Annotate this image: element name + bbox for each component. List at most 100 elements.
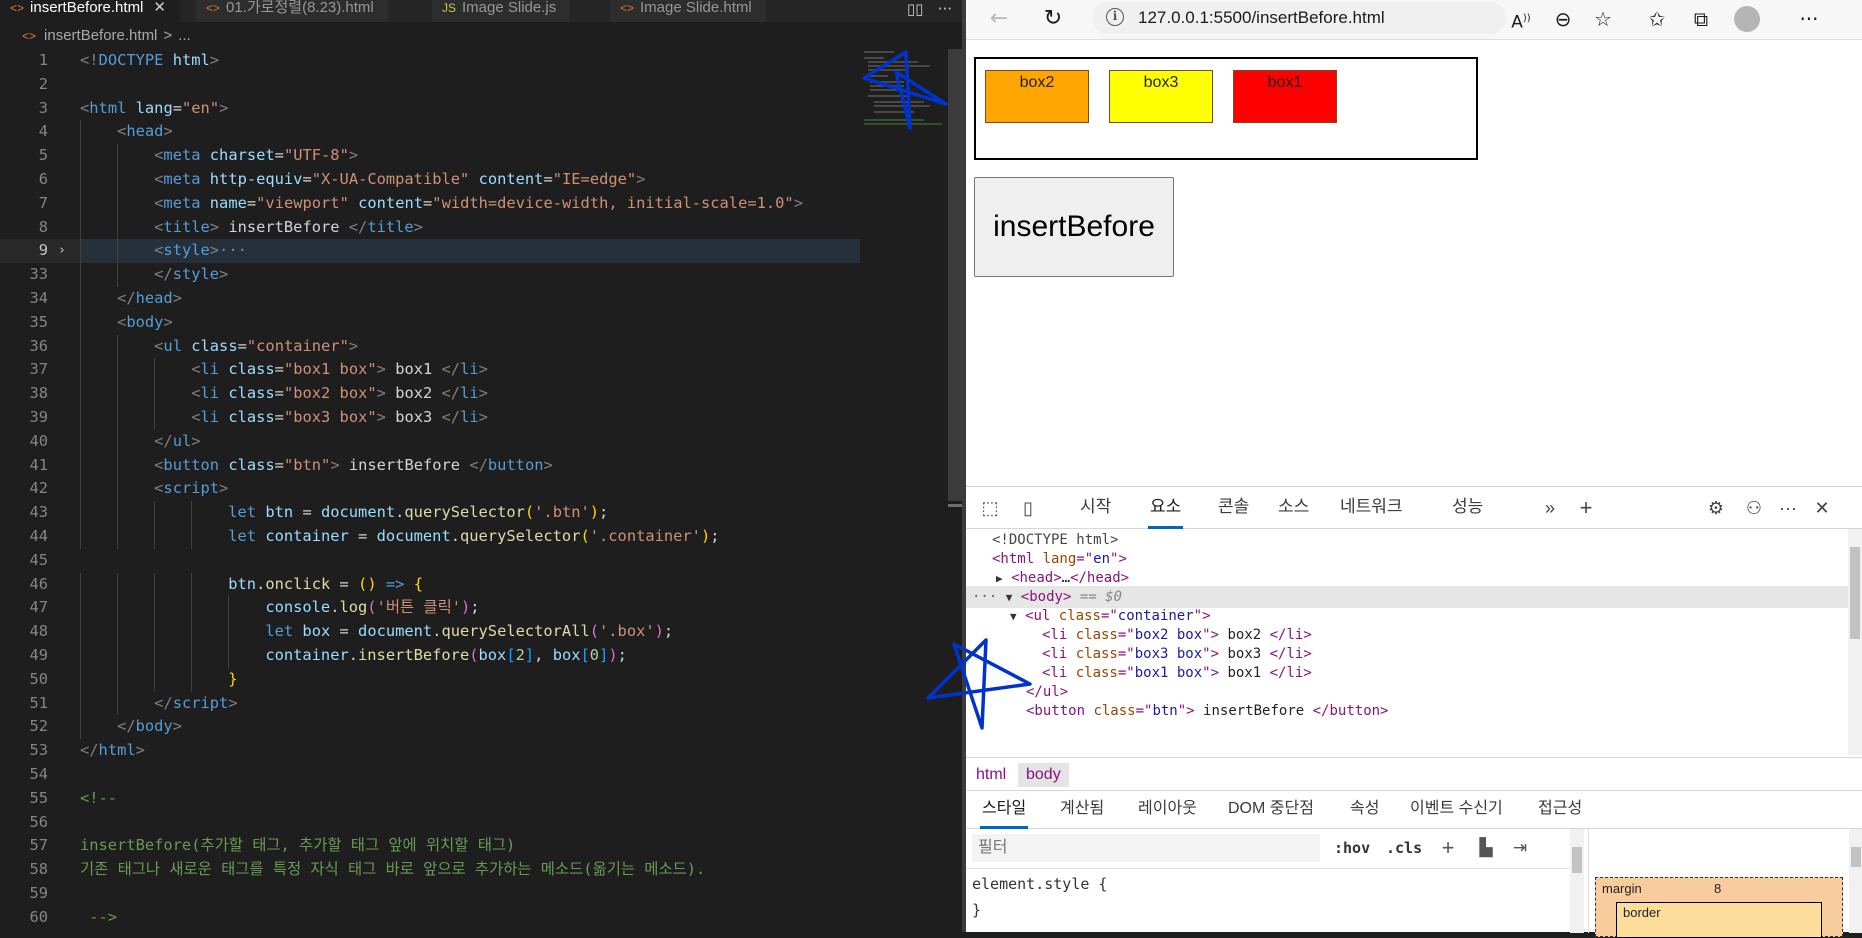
margin-value[interactable]: 8 bbox=[1714, 881, 1721, 896]
avatar[interactable] bbox=[1732, 4, 1762, 34]
add-tab-icon[interactable]: + bbox=[1572, 497, 1600, 519]
close-icon[interactable]: ✕ bbox=[153, 0, 166, 16]
dom-tree-scrollbar[interactable] bbox=[1848, 529, 1862, 755]
dom-tree[interactable]: <!DOCTYPE html> <html lang="en"> ▶ <head… bbox=[966, 529, 1848, 755]
add-rule-icon[interactable]: + bbox=[1436, 837, 1460, 859]
code-line: 55 <!-- bbox=[29, 788, 118, 807]
more-menu-icon[interactable]: ··· bbox=[1794, 4, 1824, 34]
indent-guide bbox=[191, 667, 193, 692]
indent-guide bbox=[117, 524, 119, 549]
device-emulation-icon[interactable]: ▯ bbox=[1014, 497, 1042, 519]
url-text[interactable]: 127.0.0.1:5500/insertBefore.html bbox=[1138, 8, 1385, 28]
toggle-sidebar-icon[interactable]: ⇥ bbox=[1508, 837, 1532, 859]
tab-layout[interactable]: 레이아웃 bbox=[1138, 791, 1197, 829]
insertbefore-button[interactable]: insertBefore bbox=[974, 177, 1174, 277]
expand-triangle-icon[interactable]: ▶ bbox=[996, 572, 1003, 585]
tab-image-slide-js[interactable]: JS Image Slide.js bbox=[432, 0, 572, 22]
code-line: 42 <script> bbox=[0, 477, 860, 502]
indent-guide bbox=[154, 382, 156, 406]
fold-chevron-icon[interactable]: › bbox=[58, 239, 66, 263]
indent-guide bbox=[154, 596, 156, 621]
tab-event-listeners[interactable]: 이벤트 수신기 bbox=[1410, 791, 1503, 829]
collapse-triangle-icon[interactable]: ▼ bbox=[1006, 591, 1013, 604]
back-arrow-icon[interactable]: ← bbox=[984, 4, 1014, 34]
crumb-html[interactable]: html bbox=[968, 763, 1014, 787]
code-line: 44 let container = document.querySelecto… bbox=[0, 524, 860, 549]
editor-tab-bar: <> insertBefore.html ✕ <> 01.가로정렬(8.23).htm… bbox=[0, 0, 962, 22]
read-aloud-icon[interactable]: A)) bbox=[1506, 4, 1536, 34]
crumb-body[interactable]: body bbox=[1018, 763, 1069, 787]
box-model-scrollbar[interactable] bbox=[1849, 829, 1862, 933]
dom-node-button[interactable]: <button class="btn"> insertBefore </butt… bbox=[1026, 700, 1388, 722]
add-favorite-icon[interactable]: ☆ bbox=[1588, 4, 1618, 34]
collections-icon[interactable]: ⧉ bbox=[1686, 4, 1716, 34]
code-line: 41 <button class="btn"> insertBefore </b… bbox=[0, 453, 860, 478]
styles-rules[interactable]: element.style { } bbox=[972, 871, 1107, 923]
box-model-border[interactable]: border bbox=[1616, 902, 1822, 938]
tab-sources[interactable]: 소스 bbox=[1276, 487, 1311, 529]
code-line: 43 let btn = document.querySelector('.bt… bbox=[0, 501, 860, 525]
tab-start[interactable]: 시작 bbox=[1078, 487, 1113, 529]
zoom-out-icon[interactable]: ⊖ bbox=[1548, 4, 1578, 34]
class-toggle[interactable]: .cls bbox=[1386, 839, 1422, 857]
paint-brush-icon[interactable]: ▙ bbox=[1474, 837, 1498, 859]
tab-image-slide-html[interactable]: <> Image Slide.html bbox=[610, 0, 767, 22]
info-icon[interactable]: i bbox=[1106, 8, 1124, 26]
code-line-folded[interactable]: 9 › <style>··· bbox=[0, 239, 860, 264]
tab-accessibility[interactable]: 접근성 bbox=[1538, 791, 1582, 829]
inspect-element-icon[interactable]: ⬚ bbox=[976, 497, 1004, 519]
indent-guide bbox=[117, 263, 119, 287]
indent-guide bbox=[117, 334, 119, 359]
editor-scrollbar[interactable] bbox=[948, 49, 962, 501]
indent-guide bbox=[80, 643, 81, 668]
indent-guide bbox=[154, 572, 156, 597]
tab-network[interactable]: 네트워크 bbox=[1338, 487, 1405, 529]
indent-guide bbox=[117, 667, 119, 692]
tab-horizontal-align[interactable]: <> 01.가로정렬(8.23).html bbox=[196, 0, 389, 22]
refresh-icon[interactable]: ↻ bbox=[1038, 4, 1068, 34]
indent-guide bbox=[80, 596, 81, 621]
hover-state-toggle[interactable]: :hov bbox=[1334, 839, 1370, 857]
indent-guide bbox=[80, 167, 81, 192]
minimap[interactable] bbox=[862, 49, 946, 129]
favorites-icon[interactable]: ✩ bbox=[1642, 4, 1672, 34]
indent-guide bbox=[117, 501, 119, 525]
indent-guide bbox=[191, 524, 193, 549]
tab-styles[interactable]: 스타일 bbox=[980, 791, 1029, 829]
code-line: 49 container.insertBefore(box[2], box[0]… bbox=[0, 643, 860, 668]
indent-guide bbox=[228, 643, 230, 668]
styles-scrollbar[interactable] bbox=[1570, 829, 1584, 933]
tab-performance[interactable]: 성능 bbox=[1450, 487, 1485, 529]
browser-toolbar: ← ↻ i 127.0.0.1:5500/insertBefore.html A… bbox=[966, 0, 1862, 40]
more-tabs-icon[interactable]: » bbox=[1536, 497, 1564, 519]
styles-panel-tabs: 스타일 계산됨 레이아웃 DOM 중단점 속성 이벤트 수신기 접근성 bbox=[966, 791, 1862, 829]
tab-insertbefore[interactable]: <> insertBefore.html ✕ bbox=[0, 0, 181, 22]
indent-guide bbox=[80, 572, 81, 597]
breadcrumb-more[interactable]: ... bbox=[178, 27, 191, 44]
dom-node-li[interactable]: <li class="box1 box"> box1 </li> bbox=[1042, 662, 1312, 684]
code-area[interactable]: 1 <!DOCTYPE html> 2 3 <html lang="en"> 4 <… bbox=[0, 49, 860, 929]
code-editor[interactable]: <> insertBefore.html ✕ <> 01.가로정렬(8.23).htm… bbox=[0, 0, 962, 932]
tab-dom-breakpoints[interactable]: DOM 중단점 bbox=[1228, 791, 1314, 829]
element-style-rule[interactable]: element.style { bbox=[972, 871, 1107, 897]
indent-guide bbox=[191, 643, 193, 668]
address-bar[interactable]: i 127.0.0.1:5500/insertBefore.html bbox=[1092, 2, 1506, 34]
tab-elements[interactable]: 요소 bbox=[1148, 487, 1184, 529]
indent-guide bbox=[80, 691, 81, 716]
collapse-triangle-icon[interactable]: ▼ bbox=[1010, 610, 1017, 623]
more-actions-icon[interactable]: ··· bbox=[938, 0, 952, 18]
html-file-icon: <> bbox=[10, 1, 25, 15]
more-options-icon[interactable]: ··· bbox=[1774, 497, 1802, 519]
breadcrumb-file[interactable]: insertBefore.html bbox=[44, 27, 157, 44]
box-label: box1 bbox=[1267, 74, 1303, 91]
tab-computed[interactable]: 계산됨 bbox=[1060, 791, 1104, 829]
filter-input[interactable] bbox=[972, 834, 1320, 862]
tab-console[interactable]: 콘솔 bbox=[1216, 487, 1251, 529]
tab-properties[interactable]: 속성 bbox=[1350, 791, 1379, 829]
feedback-icon[interactable]: ⚇ bbox=[1740, 497, 1768, 519]
split-editor-icon[interactable]: ▯▯ bbox=[907, 0, 924, 18]
gear-icon[interactable]: ⚙ bbox=[1702, 497, 1730, 519]
close-icon[interactable]: ✕ bbox=[1808, 497, 1836, 519]
styles-filter-row: :hov .cls + ▙ ⇥ bbox=[966, 829, 1584, 869]
box-model-margin[interactable]: margin 8 border bbox=[1595, 877, 1843, 938]
